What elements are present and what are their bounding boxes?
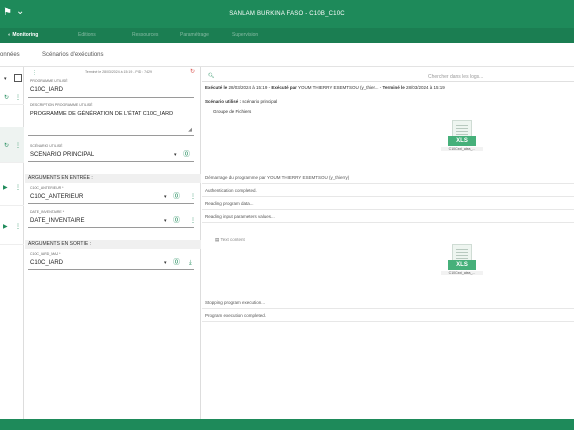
nav-item-parametrage[interactable]: Paramétrage: [180, 32, 209, 38]
nav-item-supervision[interactable]: Supervision: [232, 32, 258, 38]
more-vert-icon[interactable]: ⋮: [32, 70, 37, 76]
dropdown-arrow-icon[interactable]: ▾: [164, 218, 167, 224]
tab-scenarios[interactable]: Scénarios d'exécutions: [42, 52, 104, 58]
top-bar: ⚑ ⌄ SANLAM BURKINA FASO - C10B_C10C: [0, 0, 574, 28]
log-line: Program execution completed.: [202, 309, 574, 322]
log-line: Stopping program execution...: [202, 296, 574, 309]
log-search-placeholder: Chercher dans les logs...: [428, 74, 484, 80]
more-vert-icon[interactable]: ⋮: [15, 95, 21, 101]
description-field[interactable]: DESCRIPTION PROGRAMME UTILISÉ PROGRAMME …: [28, 103, 194, 136]
args-in-header: ARGUMENTS EN ENTRÉE :: [25, 174, 201, 183]
args-out-header: ARGUMENTS EN SORTIE :: [25, 240, 201, 249]
text-content-item: ▤ Text content: [215, 237, 245, 242]
nav-item-monitoring[interactable]: ◐ Monitoring: [8, 32, 38, 38]
log-line: Reading input parameters values...: [202, 210, 574, 223]
dropdown-arrow-icon[interactable]: ▾: [174, 152, 177, 158]
checkbox[interactable]: [14, 74, 22, 82]
execution-form: ⋮ Terminé le 28/03/2024 à 15:19 - PID : …: [25, 67, 201, 419]
log-header: Exécuté le 28/03/2024 à 15:19 - Exécuté …: [205, 85, 445, 90]
refresh-icon[interactable]: ↻: [4, 95, 9, 101]
more-vert-icon[interactable]: ⋮: [190, 218, 196, 224]
tab-bar: onnées Scénarios d'exécutions: [0, 43, 574, 67]
play-icon[interactable]: ▶: [3, 185, 8, 191]
more-vert-icon[interactable]: ⋮: [15, 185, 21, 191]
help-icon[interactable]: ⓪: [183, 151, 190, 158]
dropdown-arrow-icon[interactable]: ▾: [164, 260, 167, 266]
dropdown-arrow-icon[interactable]: ▾: [4, 76, 7, 82]
more-vert-icon[interactable]: ⋮: [15, 224, 21, 230]
help-icon[interactable]: ⓪: [173, 259, 180, 266]
execution-list: ▾ ↻ ⋮ ↻ ⋮ ▶ ⋮ ▶ ⋮: [0, 67, 24, 419]
nav-item-ressources[interactable]: Ressources: [132, 32, 158, 38]
list-item[interactable]: ↻ ⋮: [0, 127, 24, 163]
more-vert-icon[interactable]: ⋮: [15, 143, 21, 149]
program-field[interactable]: PROGRAMME UTILISÉ C10C_IARD: [28, 79, 194, 98]
main-nav: ◐ Monitoring Editions Ressources Paramét…: [0, 28, 574, 43]
more-vert-icon[interactable]: ⋮: [190, 194, 196, 200]
arg-c10c-anterieur[interactable]: C10C_ANTERIEUR * C10C_ANTERIEUR ▾ ⓪ ⋮: [28, 186, 196, 204]
dropdown-arrow-icon[interactable]: ▾: [164, 194, 167, 200]
log-search[interactable]: 🔍︎ Chercher dans les logs...: [202, 70, 574, 82]
bottom-bar: [0, 419, 574, 430]
list-item[interactable]: ▶ ⋮: [0, 209, 24, 245]
text-content-icon: ▤: [215, 237, 220, 242]
tab-donnees[interactable]: onnées: [0, 52, 20, 58]
log-scenario: Scénario utilisé : scénario principal: [205, 99, 278, 104]
download-icon[interactable]: ⤓: [189, 260, 192, 266]
arg-c10c-iard-maj[interactable]: C10C_IARD_MAJ * C10C_IARD ▾ ⓪ ⤓: [28, 252, 194, 270]
log-line: Démarrage du programme par YOUM THIERRY …: [202, 171, 574, 184]
search-icon: 🔍︎: [208, 73, 215, 79]
log-line: Authentication completed.: [202, 184, 574, 197]
nav-item-editions[interactable]: Editions: [78, 32, 96, 38]
help-icon[interactable]: ⓪: [173, 193, 180, 200]
app-title: SANLAM BURKINA FASO - C10B_C10C: [229, 11, 345, 17]
play-icon[interactable]: ▶: [3, 224, 8, 230]
scenario-select[interactable]: SCÉNARIO UTILISÉ SCENARIO PRINCIPAL ▾ ⓪: [28, 144, 194, 162]
arg-date-inventaire[interactable]: DATE_INVENTAIRE * DATE_INVENTAIRE ▾ ⓪ ⋮: [28, 210, 196, 228]
execution-status: Terminé le 28/03/2024 à 15:19 - PID : 74…: [85, 70, 152, 74]
list-item[interactable]: ▶ ⋮: [0, 170, 24, 206]
log-panel: 🔍︎ Chercher dans les logs... Exécuté le …: [202, 67, 574, 419]
refresh-icon[interactable]: ↻: [190, 69, 195, 75]
log-group-label: Groupe de Fichiers: [213, 109, 252, 114]
list-item[interactable]: ▾ ↻ ⋮: [0, 67, 24, 105]
monitoring-icon: ◐: [8, 32, 12, 38]
help-icon[interactable]: ⓪: [173, 217, 180, 224]
resize-handle-icon[interactable]: ◢: [188, 127, 192, 133]
log-line: Reading program data...: [202, 197, 574, 210]
refresh-icon[interactable]: ↻: [4, 143, 9, 149]
